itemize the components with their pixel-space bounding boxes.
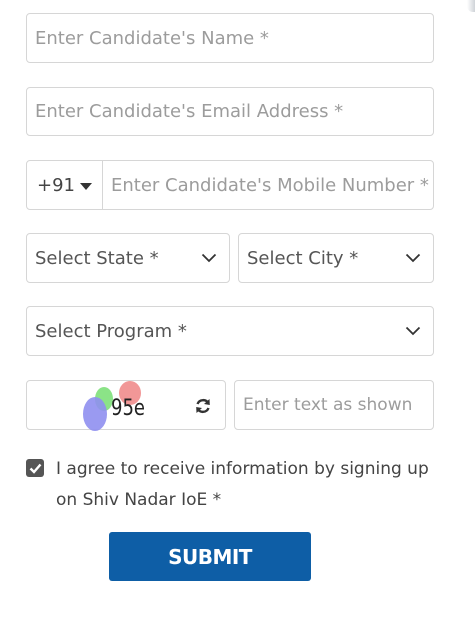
candidate-mobile-input[interactable]: Enter Candidate's Mobile Number *: [103, 161, 433, 209]
check-icon: [29, 463, 41, 474]
candidate-mobile-placeholder: Enter Candidate's Mobile Number *: [111, 174, 429, 196]
candidate-email-placeholder: Enter Candidate's Email Address *: [35, 101, 344, 122]
chevron-down-icon: [405, 326, 421, 336]
program-select[interactable]: Select Program *: [26, 306, 434, 356]
candidate-name-placeholder: Enter Candidate's Name *: [35, 27, 269, 49]
state-select-label: Select State *: [35, 247, 159, 269]
program-select-label: Select Program *: [35, 320, 187, 342]
submit-button[interactable]: SUBMIT: [109, 532, 311, 581]
captcha-box: 95e: [26, 380, 226, 431]
captcha-text: 95e: [111, 396, 145, 421]
city-select-label: Select City *: [247, 247, 359, 269]
agree-checkbox[interactable]: [26, 459, 44, 477]
chevron-down-icon: [405, 253, 421, 263]
country-code-dropdown[interactable]: +91: [27, 161, 103, 209]
captcha-input-placeholder: Enter text as shown: [243, 395, 413, 415]
city-select[interactable]: Select City *: [238, 233, 434, 283]
candidate-email-input[interactable]: Enter Candidate's Email Address *: [26, 87, 434, 136]
captcha-input[interactable]: Enter text as shown: [234, 380, 434, 430]
candidate-name-input[interactable]: Enter Candidate's Name *: [26, 13, 434, 63]
country-code-value: +91: [37, 174, 75, 196]
refresh-icon[interactable]: [193, 396, 213, 416]
agree-consent: I agree to receive information by signin…: [26, 454, 446, 516]
chevron-down-icon: [201, 253, 217, 263]
agree-text: I agree to receive information by signin…: [56, 459, 429, 510]
mobile-number-group: +91 Enter Candidate's Mobile Number *: [26, 160, 434, 210]
caret-down-icon: [80, 182, 92, 190]
captcha-image: 95e: [83, 381, 145, 431]
state-select[interactable]: Select State *: [26, 233, 230, 283]
window-edge-shadow: [467, 0, 475, 12]
